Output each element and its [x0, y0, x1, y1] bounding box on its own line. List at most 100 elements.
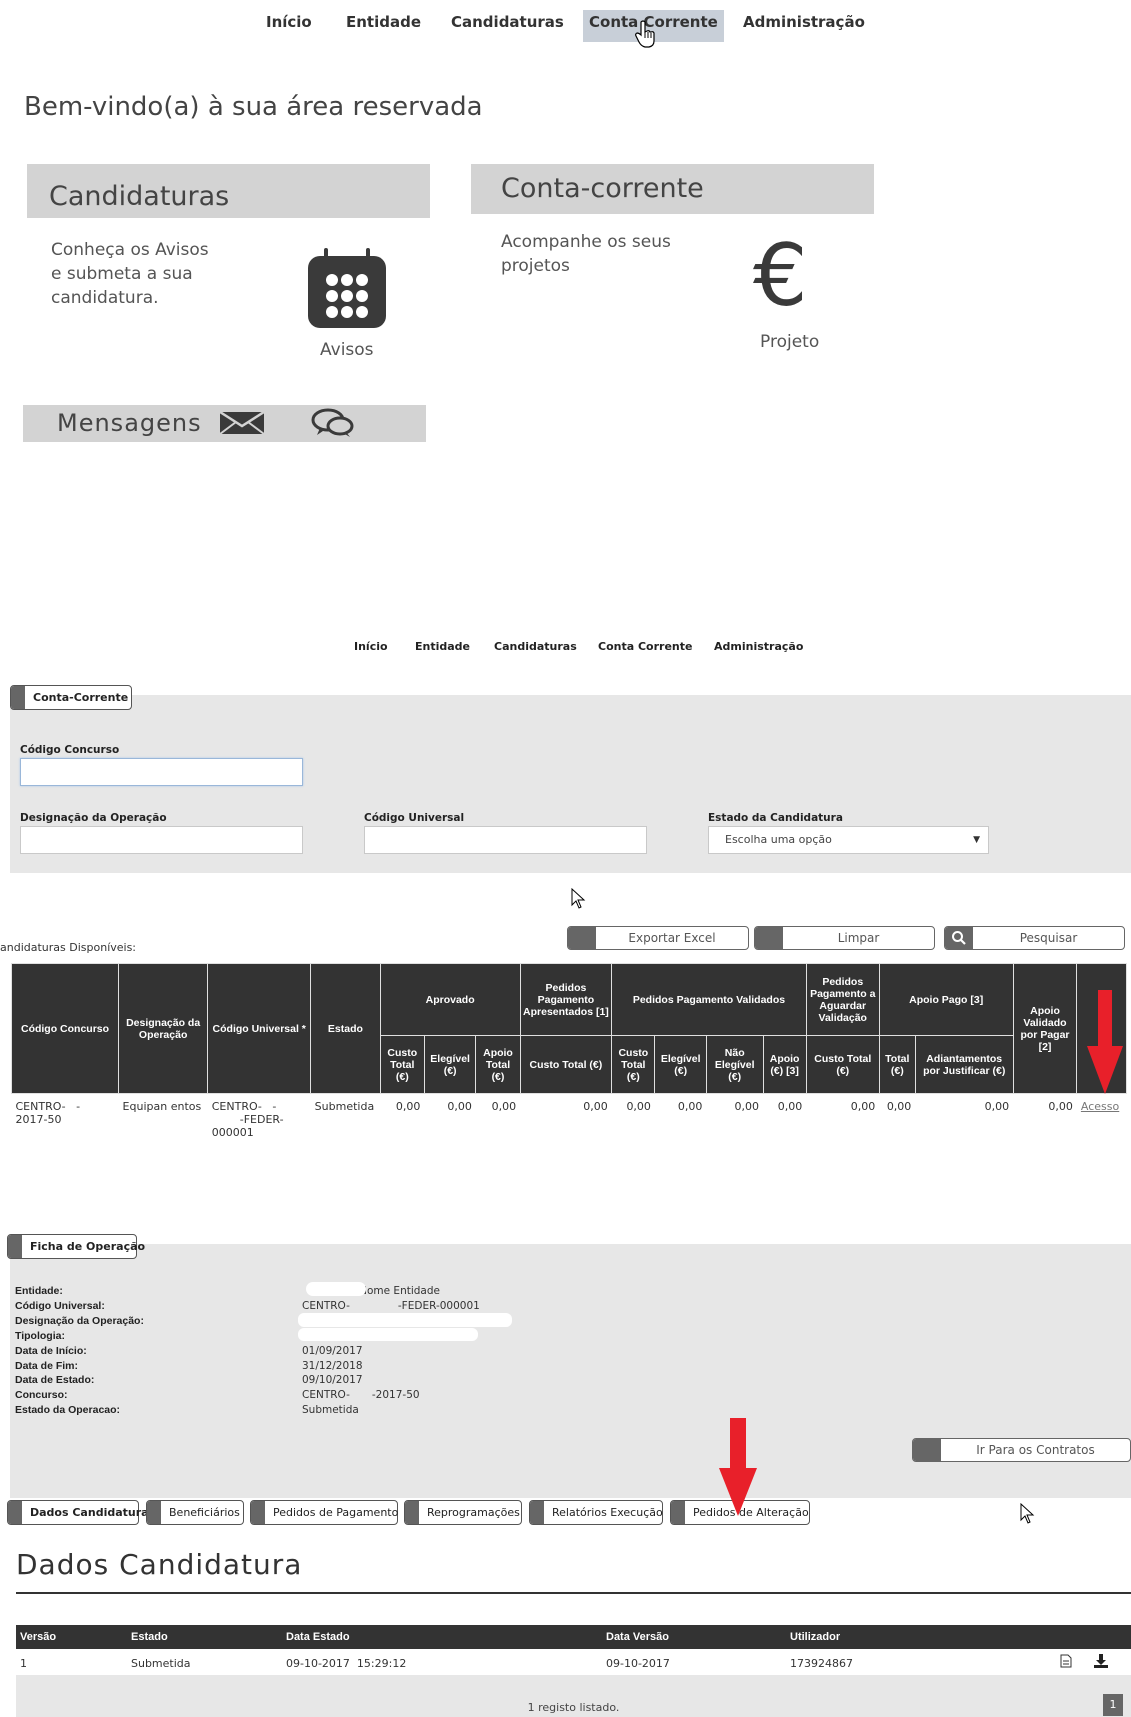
cell-designacao: Equipan entos: [122, 1100, 202, 1113]
tab-conta-corrente[interactable]: Conta-Corrente: [10, 685, 132, 710]
detail-value: 31/12/2018: [302, 1360, 363, 1372]
detail-label: Designação da Operação:: [15, 1315, 144, 1327]
cell-value: 0,00: [583, 1100, 608, 1113]
th-adiantamentos: Adiantamentos por Justificar (€): [914, 1035, 1014, 1094]
search-button[interactable]: Pesquisar: [944, 926, 1125, 950]
cell-data-versao: 09-10-2017: [606, 1657, 670, 1670]
hand-cursor-icon: [635, 20, 655, 48]
tile-conta-corrente[interactable]: Conta-corrente Acompanhe os seus projeto…: [471, 164, 874, 364]
nav-candidaturas[interactable]: Candidaturas: [494, 640, 577, 653]
arrow-cursor-icon: [571, 888, 586, 909]
pagination-page-1[interactable]: 1: [1103, 1694, 1123, 1716]
tile-conta-text: Acompanhe os seus projetos: [501, 232, 671, 276]
tab-reprogramacoes[interactable]: Reprogramações: [404, 1500, 522, 1525]
detail-label: Tipologia:: [15, 1330, 65, 1342]
arrow-cursor-icon: [1020, 1503, 1035, 1524]
acesso-link[interactable]: Acesso: [1077, 1094, 1127, 1152]
title-divider: [16, 1592, 1131, 1594]
codigo-universal-input[interactable]: [364, 826, 647, 854]
envelope-icon: [219, 411, 265, 435]
tile-candidaturas-title: Candidaturas: [27, 164, 430, 218]
table-row: CENTRO- -2017-50 Equipan entos CENTRO- -…: [12, 1094, 1127, 1152]
detail-value: CENTRO- -FEDER-000001: [302, 1300, 480, 1312]
detail-label: Data de Início:: [15, 1345, 87, 1357]
cell-codigo-concurso: CENTRO- -2017-50: [15, 1100, 81, 1126]
th-data-estado: Data Estado: [286, 1631, 350, 1643]
redaction: [298, 1313, 512, 1327]
nav-inicio[interactable]: Início: [354, 640, 388, 653]
th-custo-total-apresentados: Custo Total (€): [519, 1035, 613, 1094]
nav-administracao[interactable]: Administração: [714, 640, 803, 653]
versions-table-header: Versão Estado Data Estado Data Versão Ut…: [16, 1625, 1131, 1649]
label-codigo-universal: Código Universal: [364, 812, 465, 824]
th-elegivel: Elegível (€): [423, 1035, 477, 1094]
th-nao-elegivel: Não Elegível (€): [705, 1035, 764, 1094]
tab-ficha-operacao[interactable]: Ficha de Operação: [7, 1234, 145, 1259]
mensagens-label: Mensagens: [57, 409, 202, 437]
redaction: [306, 1282, 366, 1296]
label-estado-candidatura: Estado da Candidatura: [708, 812, 843, 824]
cell-value: 0,00: [1048, 1100, 1073, 1113]
th-estado: Estado: [310, 963, 381, 1094]
detail-label: Estado da Operacao:: [15, 1404, 121, 1416]
th-aprovado: Aprovado: [379, 963, 521, 1036]
calendar-icon: [308, 248, 386, 328]
ir-para-contratos-button[interactable]: Ir Para os Contratos: [912, 1438, 1131, 1462]
cell-estado: Submetida: [131, 1657, 191, 1670]
detail-label: Data de Estado:: [15, 1374, 95, 1386]
mensagens-bar[interactable]: Mensagens: [23, 405, 426, 442]
tile-candidaturas-caption: Avisos: [320, 340, 374, 360]
th-pedidos-aguardar: Pedidos Pagamento a Aguardar Validação: [805, 963, 880, 1036]
th-pedidos-apresentados: Pedidos Pagamento Apresentados [1]: [519, 963, 613, 1036]
clear-button[interactable]: Limpar: [754, 926, 935, 950]
detail-value: 09/10/2017: [302, 1374, 363, 1386]
tile-candidaturas-text: Conheça os Avisos e submeta a sua candid…: [51, 240, 209, 308]
export-excel-button[interactable]: Exportar Excel: [567, 926, 749, 950]
cell-value: 0,00: [850, 1100, 876, 1113]
record-count: 1 registo listado.: [527, 1701, 620, 1714]
chevron-down-icon: ▼: [973, 835, 980, 845]
document-icon[interactable]: [1060, 1654, 1072, 1668]
tab-pedidos-pagamento[interactable]: Pedidos de Pagamento: [250, 1500, 398, 1525]
th-total: Total (€): [878, 1035, 916, 1094]
cell-versao: 1: [20, 1657, 27, 1670]
codigo-concurso-input[interactable]: [20, 758, 303, 786]
th-pedidos-validados: Pedidos Pagamento Validados: [611, 963, 807, 1036]
detail-value: 01/09/2017: [302, 1345, 363, 1357]
tab-beneficiarios[interactable]: Beneficiários: [146, 1500, 244, 1525]
nav-conta-corrente[interactable]: Conta Corrente: [598, 640, 692, 653]
nav-entidade[interactable]: Entidade: [415, 640, 470, 653]
th-custo-total-validados: Custo Total (€): [611, 1035, 656, 1094]
th-data-versao: Data Versão: [606, 1631, 669, 1643]
nav-administracao[interactable]: Administração: [743, 10, 865, 42]
nav-inicio[interactable]: Início: [266, 10, 312, 42]
available-candidaturas-label: andidaturas Disponíveis:: [0, 941, 137, 954]
tab-relatorios-execucao[interactable]: Relatórios Execução: [529, 1500, 663, 1525]
th-apoio-validado: Apoio Validado por Pagar [2]: [1012, 963, 1078, 1094]
th-elegivel-validados: Elegível (€): [654, 1035, 707, 1094]
label-codigo-concurso: Código Concurso: [20, 744, 120, 756]
designacao-input[interactable]: [20, 826, 303, 854]
cell-value: 0,00: [886, 1100, 912, 1113]
candidaturas-table: Código Concurso Designação da Operação C…: [10, 963, 1127, 1152]
cell-utilizador: 173924867: [790, 1657, 853, 1670]
euro-icon: €: [753, 226, 808, 326]
tab-dados-candidatura[interactable]: Dados Candidatura: [7, 1500, 149, 1525]
th-codigo-concurso: Código Concurso: [10, 963, 120, 1094]
welcome-title: Bem-vindo(a) à sua área reservada: [24, 92, 483, 122]
th-codigo-universal: Código Universal *: [207, 963, 312, 1094]
nav-entidade[interactable]: Entidade: [346, 10, 421, 42]
nav-candidaturas[interactable]: Candidaturas: [451, 10, 564, 42]
red-arrow-down-icon: [719, 1418, 757, 1516]
tile-candidaturas[interactable]: Candidaturas Conheça os Avisos e submeta…: [27, 164, 430, 374]
detail-label: Data de Fim:: [15, 1360, 79, 1372]
download-icon[interactable]: [1094, 1654, 1108, 1668]
estado-candidatura-select[interactable]: Escolha uma opção ▼: [708, 826, 989, 854]
cell-codigo-universal: CENTRO- - -FEDER- 000001: [211, 1100, 284, 1139]
estado-selected-value: Escolha uma opção: [725, 833, 832, 846]
cell-value: 0,00: [447, 1100, 472, 1113]
cell-data-estado: 09-10-2017 15:29:12: [286, 1657, 407, 1670]
th-estado: Estado: [131, 1631, 168, 1643]
ficha-panel: [10, 1244, 1131, 1509]
tile-conta-caption: Projeto: [760, 332, 820, 352]
